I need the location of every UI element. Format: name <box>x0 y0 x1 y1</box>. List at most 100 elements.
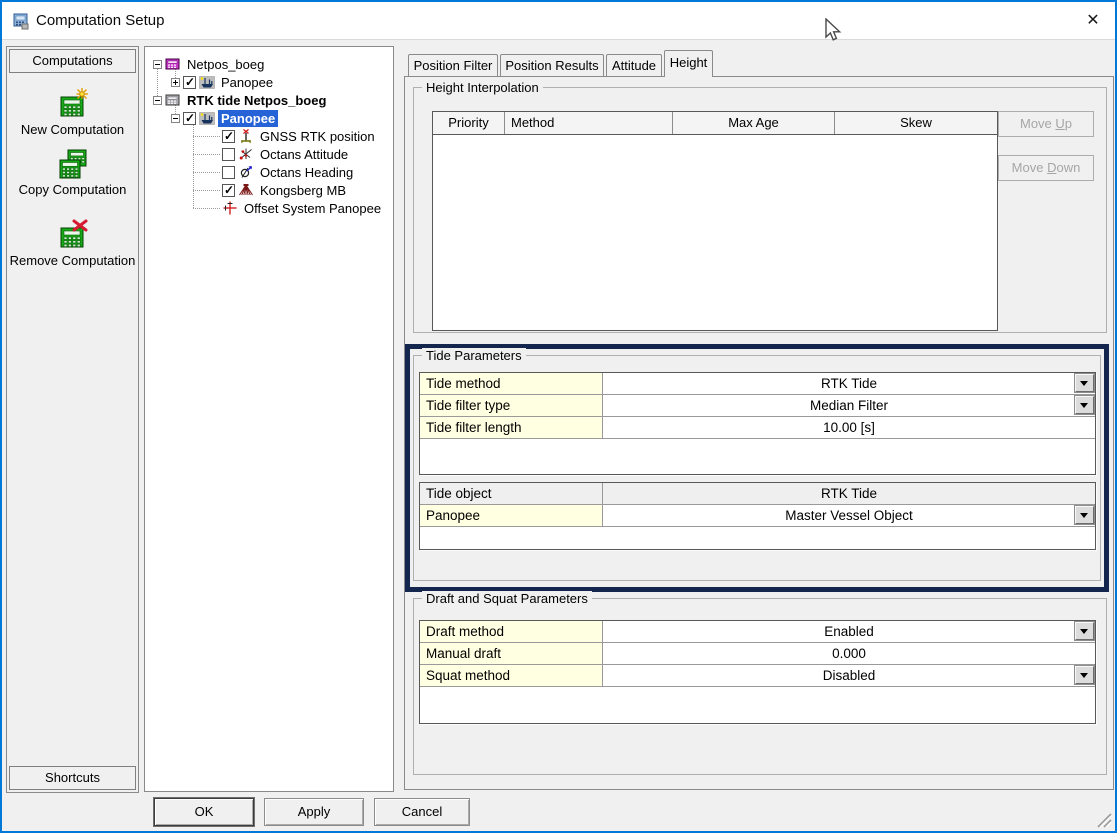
tab-position-filter[interactable]: Position Filter <box>408 54 498 76</box>
height-interpolation-table[interactable]: Priority Method Max Age Skew <box>432 111 998 331</box>
param-value-dropdown[interactable]: Enabled <box>603 621 1095 642</box>
computations-sidebar: Computations New Computation <box>6 46 139 793</box>
collapse-icon[interactable] <box>153 60 162 69</box>
move-up-button[interactable]: Move Up <box>998 111 1094 137</box>
param-value-dropdown[interactable]: Median Filter <box>603 395 1095 416</box>
expand-icon[interactable] <box>171 78 180 87</box>
column-header-skew: Skew <box>835 112 997 134</box>
checkbox-checked[interactable] <box>222 184 235 197</box>
tab-attitude[interactable]: Attitude <box>606 54 662 76</box>
chevron-down-icon <box>1080 403 1088 412</box>
copy-computation-button[interactable]: Copy Computation <box>7 148 138 197</box>
param-row-manual-draft: Manual draft 0.000 <box>420 643 1095 665</box>
param-value-editable[interactable]: 10.00 [s] <box>603 417 1095 438</box>
group-title: Tide Parameters <box>422 348 526 363</box>
tree-item-kongsberg-mb[interactable]: Kongsberg MB <box>145 181 393 199</box>
attitude-icon <box>238 146 254 162</box>
tree-item-offset-system-panopee[interactable]: Offset System Panopee <box>145 199 393 217</box>
checkbox-checked[interactable] <box>183 112 196 125</box>
tree-item-rtk-tide-netpos-boeg[interactable]: RTK tide Netpos_boeg <box>145 91 393 109</box>
tree-item-label: GNSS RTK position <box>257 128 378 145</box>
computation-icon <box>165 56 181 72</box>
collapse-icon[interactable] <box>153 96 162 105</box>
column-header-priority: Priority <box>433 112 505 134</box>
copy-computation-icon <box>57 148 89 180</box>
dropdown-button[interactable] <box>1075 622 1094 640</box>
tab-height[interactable]: Height <box>664 50 713 77</box>
tree-item-gnss-rtk-position[interactable]: GNSS RTK position <box>145 127 393 145</box>
tree-item-netpos-boeg[interactable]: Netpos_boeg <box>145 55 393 73</box>
tree-item-panopee-2-selected[interactable]: Panopee <box>145 109 393 127</box>
computation-icon <box>165 92 181 108</box>
tree-item-octans-attitude[interactable]: Octans Attitude <box>145 145 393 163</box>
apply-button[interactable]: Apply <box>264 798 364 826</box>
new-computation-button[interactable]: New Computation <box>7 88 138 137</box>
remove-computation-icon <box>57 219 89 251</box>
column-header-max-age: Max Age <box>673 112 835 134</box>
cancel-button[interactable]: Cancel <box>374 798 470 826</box>
table-header-row: Priority Method Max Age Skew <box>433 112 997 135</box>
remove-computation-label: Remove Computation <box>7 253 138 268</box>
param-value-dropdown[interactable]: RTK Tide <box>603 373 1095 394</box>
param-label: Tide filter type <box>420 395 603 416</box>
dropdown-button[interactable] <box>1075 396 1094 414</box>
resize-grip[interactable] <box>1094 810 1112 828</box>
tree-item-label: Offset System Panopee <box>241 200 384 217</box>
param-row-draft-method: Draft method Enabled <box>420 621 1095 643</box>
tree-item-panopee-1[interactable]: Panopee <box>145 73 393 91</box>
ok-button[interactable]: OK <box>154 798 254 826</box>
tab-position-results[interactable]: Position Results <box>500 54 604 76</box>
height-interpolation-group: Height Interpolation Priority Method Max… <box>413 87 1107 333</box>
tree-item-label: Netpos_boeg <box>184 56 267 73</box>
tree-item-label: RTK tide Netpos_boeg <box>184 92 329 109</box>
chevron-down-icon <box>1080 513 1088 522</box>
tree-item-label: Octans Attitude <box>257 146 351 163</box>
tree-item-octans-heading[interactable]: Octans Heading <box>145 163 393 181</box>
group-title: Height Interpolation <box>422 80 543 95</box>
checkbox-unchecked[interactable] <box>222 148 235 161</box>
computation-setup-dialog: Computation Setup ✕ Computations <box>0 0 1117 833</box>
dropdown-button[interactable] <box>1075 666 1094 684</box>
height-tab-page: Height Interpolation Priority Method Max… <box>404 76 1114 790</box>
copy-computation-label: Copy Computation <box>7 182 138 197</box>
chevron-down-icon <box>1080 673 1088 682</box>
param-value-editable[interactable]: 0.000 <box>603 643 1095 664</box>
app-icon <box>12 12 30 30</box>
offset-system-icon <box>222 200 238 216</box>
checkbox-checked[interactable] <box>183 76 196 89</box>
tide-object-table: Tide object RTK Tide Panopee Master Vess… <box>419 482 1096 550</box>
tree-item-label: Octans Heading <box>257 164 356 181</box>
param-label: Tide method <box>420 373 603 394</box>
gnss-antenna-icon <box>238 128 254 144</box>
new-computation-icon <box>57 88 89 120</box>
dropdown-button[interactable] <box>1075 506 1094 524</box>
param-label: Draft method <box>420 621 603 642</box>
chevron-down-icon <box>1080 381 1088 390</box>
param-row-tide-method: Tide method RTK Tide <box>420 373 1095 395</box>
param-label: Tide filter length <box>420 417 603 438</box>
tide-parameters-highlight: Tide Parameters Tide method RTK Tide Tid… <box>405 344 1109 592</box>
mouse-cursor <box>824 18 844 44</box>
param-value-dropdown[interactable]: Disabled <box>603 665 1095 686</box>
checkbox-unchecked[interactable] <box>222 166 235 179</box>
param-value: RTK Tide <box>603 483 1095 504</box>
new-computation-label: New Computation <box>7 122 138 137</box>
checkbox-checked[interactable] <box>222 130 235 143</box>
shortcuts-panel-button[interactable]: Shortcuts <box>9 766 136 790</box>
collapse-icon[interactable] <box>171 114 180 123</box>
group-title: Draft and Squat Parameters <box>422 591 592 606</box>
dropdown-button[interactable] <box>1075 374 1094 392</box>
computations-panel-button[interactable]: Computations <box>9 49 136 73</box>
param-row-squat-method: Squat method Disabled <box>420 665 1095 687</box>
move-down-button[interactable]: Move Down <box>998 155 1094 181</box>
param-label: Tide object <box>420 483 603 504</box>
remove-computation-button[interactable]: Remove Computation <box>7 219 138 268</box>
param-label: Squat method <box>420 665 603 686</box>
param-value-dropdown[interactable]: Master Vessel Object <box>603 505 1095 526</box>
param-label: Manual draft <box>420 643 603 664</box>
tree-item-label: Kongsberg MB <box>257 182 349 199</box>
column-header-method: Method <box>505 112 673 134</box>
chevron-down-icon <box>1080 629 1088 638</box>
tree-item-label: Panopee <box>218 74 276 91</box>
close-button[interactable]: ✕ <box>1071 2 1115 40</box>
